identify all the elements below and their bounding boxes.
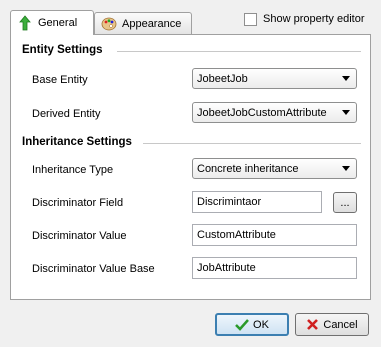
discriminator-value-value: CustomAttribute	[197, 229, 276, 241]
discriminator-value-label: Discriminator Value	[32, 230, 127, 242]
discriminator-field-browse-button[interactable]: ...	[333, 192, 357, 213]
cancel-button-label: Cancel	[323, 318, 358, 331]
tab-general[interactable]: General	[10, 10, 94, 35]
inheritance-settings-divider	[143, 143, 361, 144]
check-icon	[235, 318, 249, 331]
derived-entity-label: Derived Entity	[32, 108, 101, 120]
chevron-down-icon	[342, 110, 350, 115]
ok-button[interactable]: OK	[215, 313, 289, 336]
close-icon	[306, 318, 319, 331]
inheritance-type-select[interactable]: Concrete inheritance	[192, 158, 357, 179]
discriminator-value-base-label: Discriminator Value Base	[32, 263, 155, 275]
cancel-button[interactable]: Cancel	[295, 313, 369, 336]
discriminator-field-value: Discrimintaor	[197, 196, 262, 208]
inheritance-settings-heading: Inheritance Settings	[22, 136, 132, 148]
tab-appearance-label: Appearance	[122, 17, 182, 30]
browse-button-label: ...	[340, 196, 350, 209]
discriminator-value-input[interactable]: CustomAttribute	[192, 224, 357, 246]
base-entity-select[interactable]: JobeetJob	[192, 68, 357, 89]
show-property-editor-label: Show property editor	[263, 13, 365, 25]
entity-settings-divider	[117, 51, 361, 52]
discriminator-value-base-input[interactable]: JobAttribute	[192, 257, 357, 279]
inheritance-type-label: Inheritance Type	[32, 164, 114, 176]
green-arrow-icon	[17, 15, 33, 31]
base-entity-label: Base Entity	[32, 74, 88, 86]
inheritance-type-value: Concrete inheritance	[197, 162, 299, 175]
palette-icon	[101, 16, 117, 32]
base-entity-value: JobeetJob	[197, 72, 248, 85]
tab-appearance[interactable]: Appearance	[94, 12, 192, 34]
ok-button-label: OK	[253, 318, 269, 331]
chevron-down-icon	[342, 76, 350, 81]
derived-entity-select[interactable]: JobeetJobCustomAttribute	[192, 102, 357, 123]
show-property-editor-checkbox[interactable]	[244, 13, 257, 26]
discriminator-field-input[interactable]: Discrimintaor	[192, 191, 322, 213]
tab-general-label: General	[38, 17, 78, 29]
chevron-down-icon	[342, 166, 350, 171]
entity-settings-heading: Entity Settings	[22, 44, 103, 56]
discriminator-field-label: Discriminator Field	[32, 197, 124, 209]
derived-entity-value: JobeetJobCustomAttribute	[197, 106, 327, 119]
discriminator-value-base-value: JobAttribute	[197, 262, 256, 274]
